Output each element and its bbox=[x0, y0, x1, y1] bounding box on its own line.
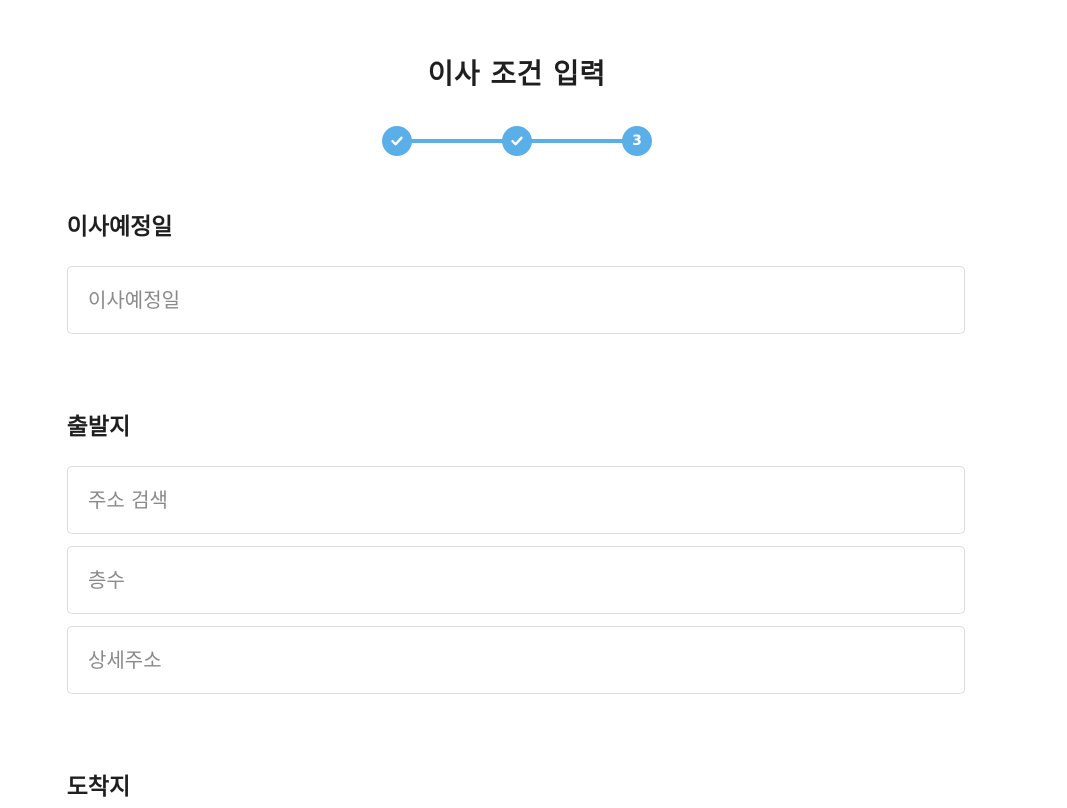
move-date-label: 이사예정일 bbox=[67, 214, 173, 240]
step-2-complete bbox=[502, 126, 532, 156]
progress-stepper: 3 bbox=[382, 126, 652, 156]
step-1-complete bbox=[382, 126, 412, 156]
arrival-label: 도착지 bbox=[67, 774, 131, 800]
departure-floor-input[interactable] bbox=[68, 547, 964, 613]
stepper-line-2 bbox=[517, 139, 637, 143]
move-date-field[interactable] bbox=[67, 266, 965, 334]
check-icon bbox=[511, 136, 523, 146]
departure-address-search-field[interactable] bbox=[67, 466, 965, 534]
page: 이사 조건 입력 3 이사예정일 출발지 도착지 bbox=[0, 0, 1067, 808]
step-3-current: 3 bbox=[622, 126, 652, 156]
step-3-number: 3 bbox=[632, 133, 642, 149]
departure-floor-field[interactable] bbox=[67, 546, 965, 614]
departure-label: 출발지 bbox=[67, 414, 131, 440]
check-icon bbox=[391, 136, 403, 146]
departure-detail-address-field[interactable] bbox=[67, 626, 965, 694]
move-date-input[interactable] bbox=[68, 267, 964, 333]
departure-address-search-input[interactable] bbox=[68, 467, 964, 533]
departure-detail-address-input[interactable] bbox=[68, 627, 964, 693]
stepper-line-1 bbox=[397, 139, 517, 143]
page-title: 이사 조건 입력 bbox=[427, 57, 607, 90]
